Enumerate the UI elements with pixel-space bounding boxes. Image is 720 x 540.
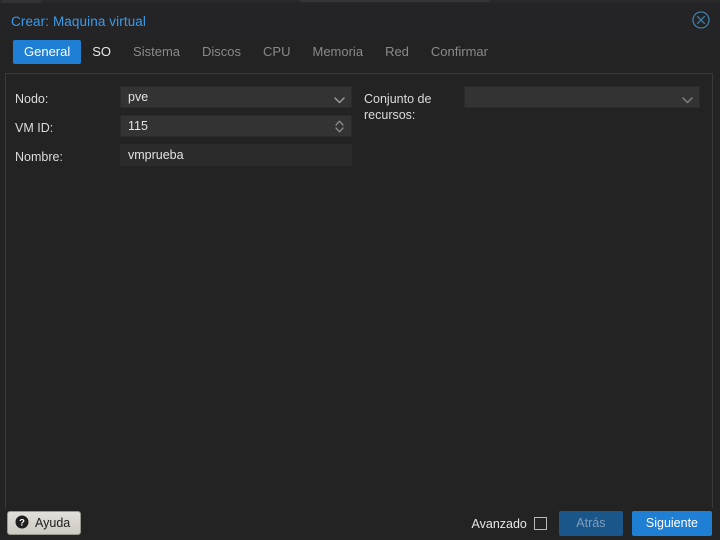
field-nombre: Nombre: (15, 144, 359, 173)
conjunto-recursos-select[interactable] (464, 86, 700, 108)
dialog-titlebar: Crear: Maquina virtual (0, 5, 720, 37)
footer-actions: Avanzado Atrás Siguiente (472, 511, 712, 536)
tab-sistema: Sistema (133, 44, 181, 59)
tab-memoria: Memoria (312, 44, 364, 59)
vmid-input[interactable] (120, 115, 352, 137)
advanced-label: Avanzado (471, 516, 527, 531)
tab-discos: Discos (202, 44, 242, 59)
field-nodo: Nodo: (15, 86, 359, 115)
tab-cpu: CPU (263, 44, 291, 59)
nombre-input[interactable] (120, 144, 352, 166)
next-button[interactable]: Siguiente (631, 511, 712, 536)
field-vmid-control (120, 115, 359, 137)
tab-red: Red (385, 44, 409, 59)
field-conjunto-recursos-label: Conjunto de recursos: (364, 92, 432, 122)
field-vmid: VM ID: (15, 115, 359, 144)
field-nombre-control (120, 144, 359, 166)
nodo-select[interactable] (120, 86, 352, 108)
advanced-toggle[interactable]: Avanzado (472, 517, 547, 531)
question-mark-circle-icon: ? (15, 515, 29, 532)
help-button-label: Ayuda (35, 516, 71, 530)
field-nodo-label: Nodo: (15, 92, 49, 106)
svg-text:?: ? (19, 517, 25, 528)
help-button[interactable]: ? Ayuda (7, 511, 82, 535)
advanced-checkbox[interactable] (533, 517, 547, 530)
app-root: Crear: Maquina virtual General SO Sistem… (0, 0, 720, 540)
field-conjunto-recursos: Conjunto de recursos: (364, 86, 712, 122)
field-vmid-label: VM ID: (15, 121, 54, 135)
field-conjunto-recursos-control (464, 86, 712, 108)
dialog-tabbar: General SO Sistema Discos CPU Memoria Re… (0, 37, 720, 67)
close-circle-icon[interactable] (691, 10, 711, 30)
tab-so[interactable]: SO (81, 40, 122, 64)
field-nodo-control (120, 86, 359, 108)
form-column-left: Nodo: pve VM ID: 115 Nombre: vmprueba (6, 86, 359, 173)
form-columns: Nodo: pve VM ID: 115 Nombre: vmprueba Co… (6, 74, 712, 173)
general-tab-panel: Nodo: pve VM ID: 115 Nombre: vmprueba Co… (5, 73, 713, 509)
dialog-title: Crear: Maquina virtual (11, 13, 147, 29)
tab-confirmar: Confirmar (430, 44, 488, 59)
tab-general[interactable]: General (13, 40, 82, 64)
dialog-footer: ? Ayuda Avanzado Atrás Siguiente (0, 508, 720, 540)
back-button[interactable]: Atrás (558, 511, 623, 536)
field-nombre-label: Nombre: (15, 150, 63, 164)
form-column-right: Conjunto de recursos: (359, 86, 712, 173)
create-vm-dialog: Crear: Maquina virtual General SO Sistem… (0, 5, 720, 540)
